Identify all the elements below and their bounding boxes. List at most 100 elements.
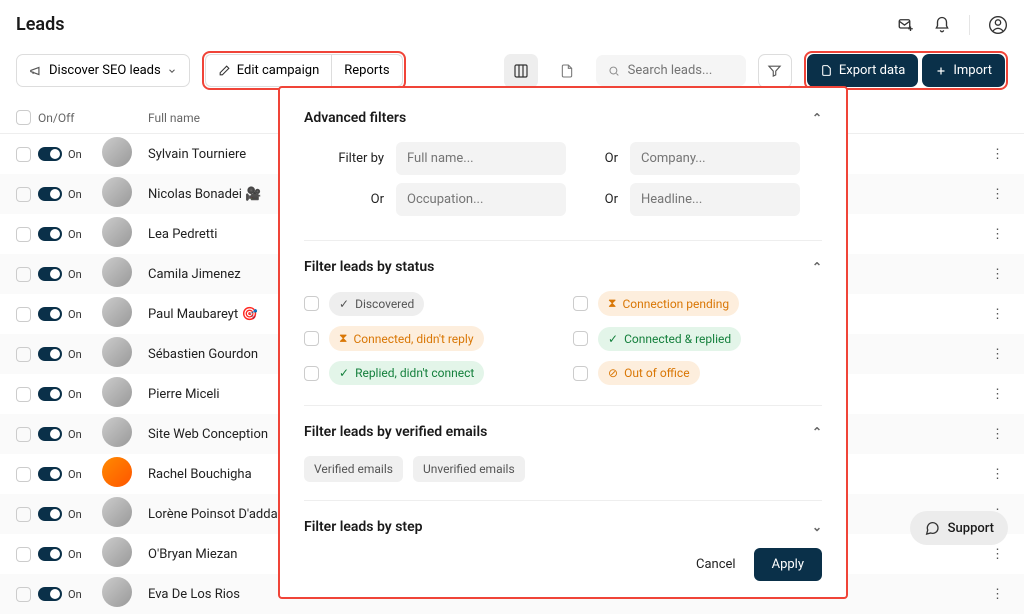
row-menu-icon[interactable]: ⋮ [987, 227, 1008, 242]
row-toggle[interactable] [38, 307, 62, 321]
avatar [102, 137, 132, 167]
apply-button[interactable]: Apply [754, 548, 822, 581]
chevron-down-icon [167, 66, 177, 76]
row-menu-icon[interactable]: ⋮ [987, 307, 1008, 322]
row-checkbox[interactable] [16, 187, 31, 202]
filter-headline-input[interactable] [630, 183, 800, 216]
row-toggle[interactable] [38, 587, 62, 601]
avatar [102, 577, 132, 607]
advanced-filters-toggle[interactable]: Advanced filters ⌃ [304, 110, 822, 126]
bell-icon[interactable] [933, 16, 951, 34]
support-button[interactable]: Support [910, 511, 1008, 545]
avatar [102, 457, 132, 487]
row-menu-icon[interactable]: ⋮ [987, 467, 1008, 482]
select-all-checkbox[interactable] [16, 110, 31, 125]
avatar [102, 217, 132, 247]
mail-icon[interactable] [897, 16, 915, 34]
on-label: On [68, 228, 82, 241]
on-label: On [68, 588, 82, 601]
row-checkbox[interactable] [16, 267, 31, 282]
avatar [102, 257, 132, 287]
row-checkbox[interactable] [16, 467, 31, 482]
row-checkbox[interactable] [16, 307, 31, 322]
megaphone-icon [29, 64, 43, 78]
import-button[interactable]: Import [922, 54, 1005, 87]
on-label: On [68, 428, 82, 441]
row-checkbox[interactable] [16, 587, 31, 602]
filter-icon[interactable] [758, 54, 792, 88]
or-label: Or [578, 192, 618, 207]
export-icon [820, 64, 833, 77]
cancel-button[interactable]: Cancel [696, 557, 736, 572]
row-menu-icon[interactable]: ⋮ [987, 147, 1008, 162]
chip-verified[interactable]: Verified emails [304, 456, 403, 482]
row-checkbox[interactable] [16, 147, 31, 162]
avatar [102, 297, 132, 327]
row-checkbox[interactable] [16, 347, 31, 362]
row-toggle[interactable] [38, 387, 62, 401]
row-checkbox[interactable] [16, 547, 31, 562]
status-connected-noreply: ⧗Connected, didn't reply [329, 326, 484, 351]
campaign-actions-group: Edit campaign Reports [202, 51, 406, 90]
csv-icon[interactable] [550, 54, 584, 88]
columns-icon[interactable] [504, 54, 538, 88]
lead-name: Eva De Los Rios [148, 587, 240, 602]
filter-company-input[interactable] [630, 142, 800, 175]
step-filter-toggle[interactable]: Filter leads by step ⌄ [304, 519, 822, 535]
filter-by-label: Filter by [304, 151, 384, 166]
avatar [102, 177, 132, 207]
row-toggle[interactable] [38, 467, 62, 481]
search-icon [608, 64, 620, 78]
row-menu-icon[interactable]: ⋮ [987, 347, 1008, 362]
status-checkbox[interactable] [304, 296, 319, 311]
edit-campaign-button[interactable]: Edit campaign [205, 54, 332, 87]
emails-filter-toggle[interactable]: Filter leads by verified emails ⌃ [304, 424, 822, 440]
status-filter-toggle[interactable]: Filter leads by status ⌃ [304, 259, 822, 275]
lead-name: Sébastien Gourdon [148, 347, 258, 362]
chip-unverified[interactable]: Unverified emails [413, 456, 525, 482]
search-input[interactable] [628, 63, 734, 78]
row-toggle[interactable] [38, 427, 62, 441]
avatar [102, 417, 132, 447]
row-menu-icon[interactable]: ⋮ [987, 547, 1008, 562]
on-label: On [68, 188, 82, 201]
export-button[interactable]: Export data [807, 54, 918, 87]
filter-fullname-input[interactable] [396, 142, 566, 175]
row-toggle[interactable] [38, 507, 62, 521]
row-menu-icon[interactable]: ⋮ [987, 387, 1008, 402]
status-checkbox[interactable] [573, 296, 588, 311]
or-label: Or [304, 192, 384, 207]
row-menu-icon[interactable]: ⋮ [987, 587, 1008, 602]
row-checkbox[interactable] [16, 387, 31, 402]
status-checkbox[interactable] [573, 366, 588, 381]
discover-leads-button[interactable]: Discover SEO leads [16, 54, 190, 87]
row-checkbox[interactable] [16, 427, 31, 442]
user-icon[interactable] [988, 15, 1008, 35]
row-toggle[interactable] [38, 267, 62, 281]
row-menu-icon[interactable]: ⋮ [987, 427, 1008, 442]
on-label: On [68, 148, 82, 161]
status-checkbox[interactable] [304, 366, 319, 381]
lead-name: Camila Jimenez [148, 267, 241, 282]
row-toggle[interactable] [38, 347, 62, 361]
search-input-wrapper[interactable] [596, 55, 746, 86]
status-connected-replied: ✓Connected & replied [598, 327, 741, 351]
status-connection-pending: ⧗Connection pending [598, 291, 739, 316]
page-title: Leads [16, 14, 64, 35]
row-toggle[interactable] [38, 227, 62, 241]
row-menu-icon[interactable]: ⋮ [987, 267, 1008, 282]
plus-icon [935, 65, 947, 77]
row-menu-icon[interactable]: ⋮ [987, 187, 1008, 202]
row-toggle[interactable] [38, 147, 62, 161]
row-checkbox[interactable] [16, 227, 31, 242]
reports-button[interactable]: Reports [331, 54, 402, 87]
avatar [102, 337, 132, 367]
row-checkbox[interactable] [16, 507, 31, 522]
row-toggle[interactable] [38, 547, 62, 561]
status-checkbox[interactable] [304, 331, 319, 346]
avatar [102, 537, 132, 567]
status-checkbox[interactable] [573, 331, 588, 346]
on-label: On [68, 268, 82, 281]
row-toggle[interactable] [38, 187, 62, 201]
filter-occupation-input[interactable] [396, 183, 566, 216]
